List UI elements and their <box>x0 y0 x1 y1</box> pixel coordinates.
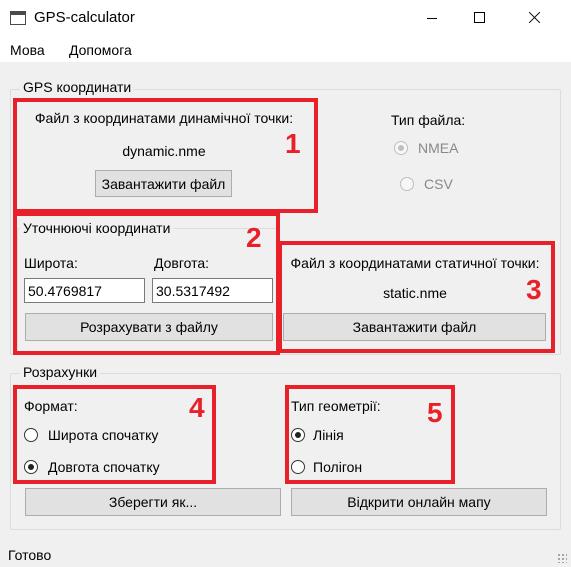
resize-grip-icon[interactable] <box>557 553 567 563</box>
annotation-number-2: 2 <box>246 222 262 253</box>
maximize-button[interactable] <box>456 0 502 36</box>
annotation-box-2 <box>13 212 280 355</box>
annotation-box-1 <box>13 98 318 213</box>
minimize-button[interactable] <box>409 0 455 36</box>
menu-bar: Мова Допомога <box>0 36 571 62</box>
radio-dot <box>398 145 404 151</box>
file-type-label: Тип файла: <box>391 112 466 128</box>
menu-language[interactable]: Мова <box>10 42 45 58</box>
status-bar: Готово <box>0 545 571 567</box>
annotation-number-5: 5 <box>427 397 443 428</box>
app-window-icon <box>10 11 26 25</box>
window-title: GPS-calculator <box>34 9 135 26</box>
annotation-number-1: 1 <box>285 128 301 159</box>
csv-label: CSV <box>424 176 453 192</box>
annotation-box-3 <box>278 241 555 353</box>
menu-help[interactable]: Допомога <box>69 42 132 58</box>
annotation-number-4: 4 <box>189 392 205 423</box>
annotation-box-4 <box>13 385 216 484</box>
status-text: Готово <box>8 547 52 563</box>
gps-group-title: GPS координати <box>20 79 135 95</box>
csv-radio[interactable] <box>400 177 414 191</box>
open-online-map-button[interactable]: Відкрити онлайн мапу <box>291 488 547 516</box>
calc-group-title: Розрахунки <box>20 364 101 380</box>
nmea-radio[interactable] <box>394 141 408 155</box>
save-as-button[interactable]: Зберегти як... <box>25 488 281 516</box>
close-button[interactable] <box>513 0 559 36</box>
title-bar[interactable]: GPS-calculator <box>0 0 571 36</box>
annotation-number-3: 3 <box>526 274 542 305</box>
nmea-label: NMEA <box>418 140 459 156</box>
